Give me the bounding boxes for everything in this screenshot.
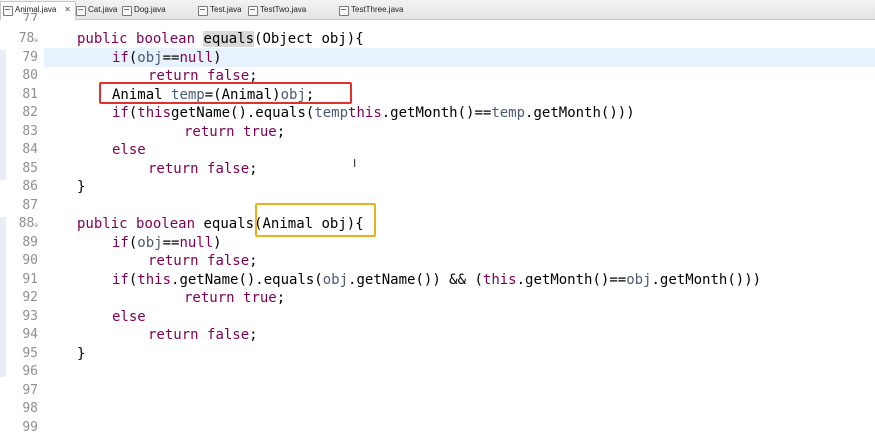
java-file-icon xyxy=(76,6,86,16)
line-number: 97 xyxy=(4,382,38,401)
tab-test-java[interactable]: Test.java xyxy=(196,2,242,18)
line-number: 84 xyxy=(4,141,38,160)
code-line-78[interactable]: public boolean equals(Object obj){ xyxy=(77,30,364,49)
tab-label: TestTwo.java xyxy=(260,5,306,14)
java-file-icon xyxy=(339,6,349,16)
java-file-icon xyxy=(198,6,208,16)
line-number: 95 xyxy=(4,345,38,364)
line-number: 80 xyxy=(4,67,38,86)
code-line-92[interactable]: return true; xyxy=(184,289,285,308)
line-number: 87 xyxy=(4,197,38,216)
code-line-86[interactable]: } xyxy=(77,178,85,197)
line-number: 83 xyxy=(4,123,38,142)
close-icon[interactable]: ✕ xyxy=(64,2,71,18)
tab-label: TestThree.java xyxy=(351,5,403,14)
line-number: 90 xyxy=(4,252,38,271)
line-number: 79 xyxy=(4,49,38,68)
code-line-90[interactable]: return false; xyxy=(148,252,258,271)
line-number: 81 xyxy=(4,86,38,105)
yellow-highlight-box xyxy=(255,203,376,237)
line-number: 89 xyxy=(4,234,38,253)
java-file-icon xyxy=(122,6,132,16)
editor-tab-bar: Animal.java ✕ Cat.java Dog.java Test.jav… xyxy=(0,0,875,20)
line-number: 94 xyxy=(4,326,38,345)
line-number: 88⊖ xyxy=(4,215,38,234)
line-number: 85 xyxy=(4,160,38,179)
line-number: 78⊖ xyxy=(4,30,38,49)
code-line-85[interactable]: return false; xyxy=(148,160,258,179)
fold-icon[interactable]: ⊖ xyxy=(34,37,38,44)
line-number: 93 xyxy=(4,308,38,327)
line-number: 99 xyxy=(4,419,38,437)
line-number: 86 xyxy=(4,178,38,197)
tab-testtwo-java[interactable]: TestTwo.java xyxy=(246,2,306,18)
line-number: 77 xyxy=(4,11,38,21)
fold-icon[interactable]: ⊖ xyxy=(34,222,38,229)
tab-label: Dog.java xyxy=(134,5,166,14)
line-number: 91 xyxy=(4,271,38,290)
tab-testthree-java[interactable]: TestThree.java xyxy=(337,2,403,18)
red-highlight-box xyxy=(99,82,352,104)
code-line-82[interactable]: if(thisgetName().equals(tempthis.getMont… xyxy=(112,104,635,123)
line-number: 92 xyxy=(4,289,38,308)
tab-cat-java[interactable]: Cat.java xyxy=(74,2,117,18)
code-line-79[interactable]: if(obj==null) xyxy=(112,49,222,68)
line-number: 98 xyxy=(4,400,38,419)
line-number: 82 xyxy=(4,104,38,123)
line-number: 96 xyxy=(4,363,38,382)
code-line-95[interactable]: } xyxy=(77,345,85,364)
tab-dog-java[interactable]: Dog.java xyxy=(120,2,166,18)
code-line-93[interactable]: else xyxy=(112,308,146,327)
tab-label: Cat.java xyxy=(88,5,117,14)
code-line-89[interactable]: if(obj==null) xyxy=(112,234,222,253)
java-file-icon xyxy=(248,6,258,16)
code-line-84[interactable]: else xyxy=(112,141,146,160)
code-line-91[interactable]: if(this.getName().equals(obj.getName()) … xyxy=(112,271,761,290)
code-line-83[interactable]: return true; xyxy=(184,123,285,142)
text-cursor-icon: I xyxy=(353,157,356,170)
tab-label: Test.java xyxy=(210,5,242,14)
code-line-94[interactable]: return false; xyxy=(148,326,258,345)
